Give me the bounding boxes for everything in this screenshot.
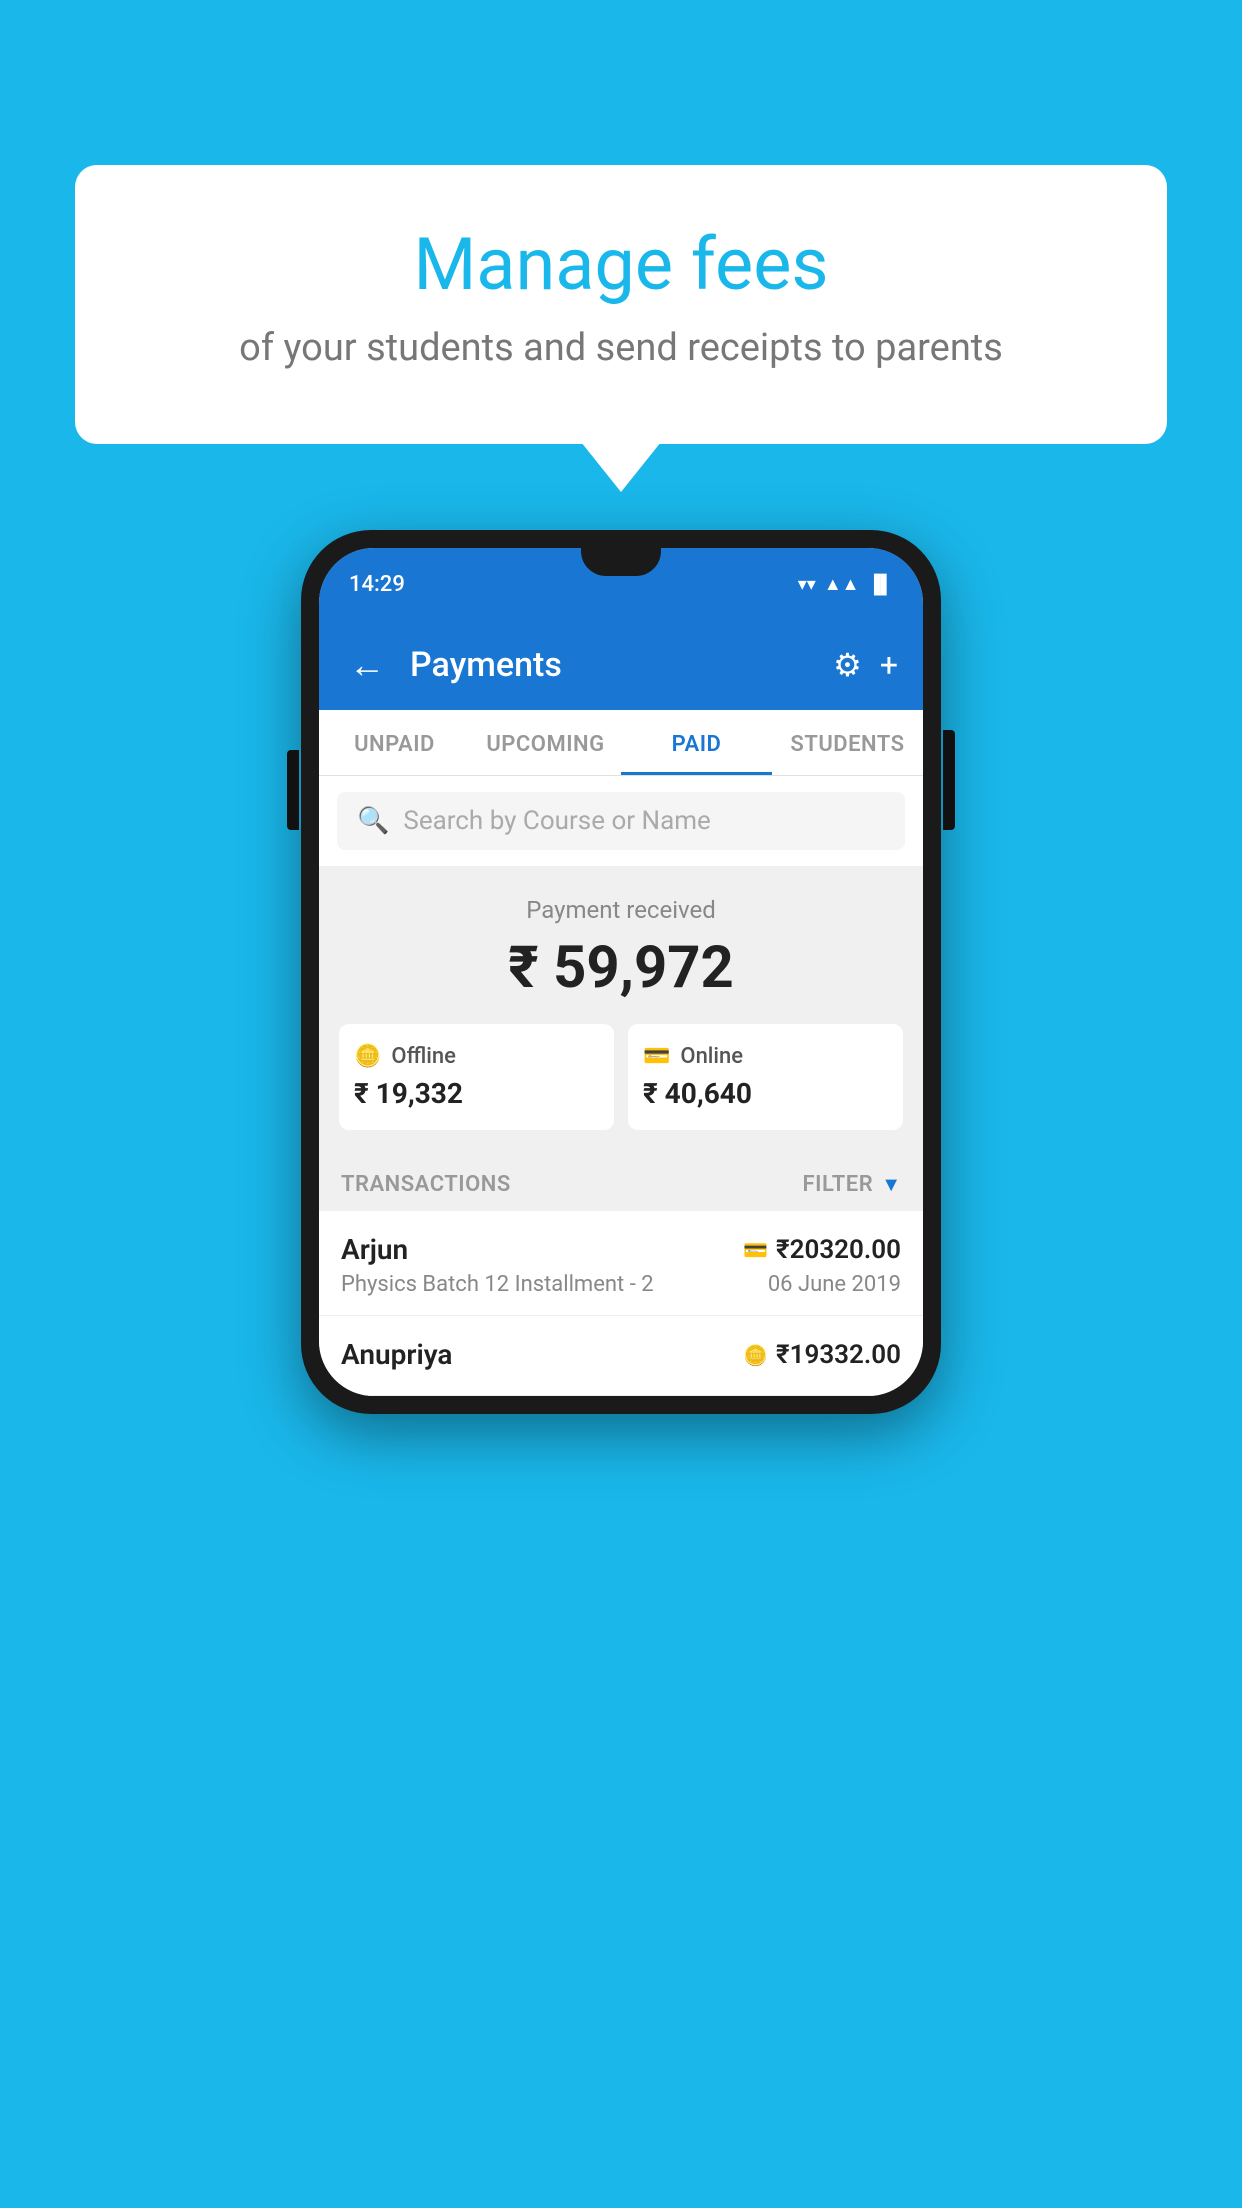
search-box[interactable]: 🔍 Search by Course or Name	[337, 792, 905, 850]
bubble-title: Manage fees	[125, 225, 1117, 304]
settings-icon[interactable]: ⚙	[833, 646, 862, 684]
tab-upcoming[interactable]: UPCOMING	[470, 710, 621, 775]
payment-summary: Payment received ₹ 59,972 🪙 Offline ₹ 19…	[319, 866, 923, 1154]
bubble-subtitle: of your students and send receipts to pa…	[125, 324, 1117, 373]
filter-icon: ▼	[881, 1172, 901, 1197]
transaction-course: Physics Batch 12 Installment - 2	[341, 1272, 654, 1297]
offline-amount: ₹ 19,332	[354, 1077, 599, 1110]
offline-card-header: 🪙 Offline	[354, 1044, 599, 1069]
status-icons: ▾▾ ▲▲ ▐▌	[798, 574, 893, 595]
transaction-amount-wrap-2: 🪙 ₹19332.00	[743, 1340, 901, 1370]
transactions-header: TRANSACTIONS FILTER ▼	[319, 1154, 923, 1211]
transaction-amount-wrap: 💳 ₹20320.00	[743, 1235, 901, 1265]
payment-type-icon: 💳	[743, 1238, 768, 1262]
filter-label: FILTER	[803, 1172, 874, 1197]
app-bar: ← Payments ⚙ +	[319, 620, 923, 710]
tabs-bar: UNPAID UPCOMING PAID STUDENTS	[319, 710, 923, 776]
status-time: 14:29	[349, 572, 405, 597]
tab-unpaid[interactable]: UNPAID	[319, 710, 470, 775]
status-bar: 14:29 ▾▾ ▲▲ ▐▌	[319, 548, 923, 620]
phone-outer: 14:29 ▾▾ ▲▲ ▐▌ ← Payments ⚙ + UNPAI	[301, 530, 941, 1414]
offline-label: Offline	[391, 1044, 455, 1069]
offline-card: 🪙 Offline ₹ 19,332	[339, 1024, 614, 1130]
wifi-icon: ▾▾	[798, 574, 816, 595]
online-icon: 💳	[643, 1044, 670, 1069]
search-icon: 🔍	[357, 806, 389, 836]
transaction-date: 06 June 2019	[768, 1272, 901, 1297]
transaction-name: Arjun	[341, 1233, 408, 1266]
payment-total-amount: ₹ 59,972	[339, 934, 903, 1002]
search-container: 🔍 Search by Course or Name	[319, 776, 923, 866]
search-input[interactable]: Search by Course or Name	[403, 806, 710, 836]
transaction-amount-2: ₹19332.00	[776, 1340, 901, 1370]
offline-icon: 🪙	[354, 1044, 381, 1069]
app-title: Payments	[410, 645, 813, 685]
tab-paid[interactable]: PAID	[621, 710, 772, 775]
battery-icon: ▐▌	[867, 574, 893, 595]
online-label: Online	[680, 1044, 743, 1069]
transaction-name-2: Anupriya	[341, 1338, 452, 1371]
payment-cards: 🪙 Offline ₹ 19,332 💳 Online ₹ 40,640	[339, 1024, 903, 1130]
payment-type-icon-2: 🪙	[743, 1343, 768, 1367]
payment-received-label: Payment received	[339, 896, 903, 924]
add-icon[interactable]: +	[880, 646, 898, 684]
app-bar-icons: ⚙ +	[833, 646, 898, 684]
transaction-row-top: Arjun 💳 ₹20320.00	[341, 1233, 901, 1266]
transaction-item-arjun[interactable]: Arjun 💳 ₹20320.00 Physics Batch 12 Insta…	[319, 1211, 923, 1316]
transaction-row-bottom: Physics Batch 12 Installment - 2 06 June…	[341, 1272, 901, 1297]
online-card-header: 💳 Online	[643, 1044, 888, 1069]
transaction-amount: ₹20320.00	[776, 1235, 901, 1265]
notch-cutout	[581, 548, 661, 576]
tab-students[interactable]: STUDENTS	[772, 710, 923, 775]
phone-wrapper: 14:29 ▾▾ ▲▲ ▐▌ ← Payments ⚙ + UNPAI	[301, 530, 941, 1414]
signal-icon: ▲▲	[824, 574, 860, 595]
back-button[interactable]: ←	[344, 639, 390, 691]
transaction-item-anupriya[interactable]: Anupriya 🪙 ₹19332.00	[319, 1316, 923, 1396]
transactions-label: TRANSACTIONS	[341, 1172, 511, 1197]
phone-screen: 14:29 ▾▾ ▲▲ ▐▌ ← Payments ⚙ + UNPAI	[319, 548, 923, 1396]
filter-button[interactable]: FILTER ▼	[803, 1172, 901, 1197]
speech-bubble: Manage fees of your students and send re…	[75, 165, 1167, 444]
transaction-row-top-2: Anupriya 🪙 ₹19332.00	[341, 1338, 901, 1371]
online-card: 💳 Online ₹ 40,640	[628, 1024, 903, 1130]
online-amount: ₹ 40,640	[643, 1077, 888, 1110]
